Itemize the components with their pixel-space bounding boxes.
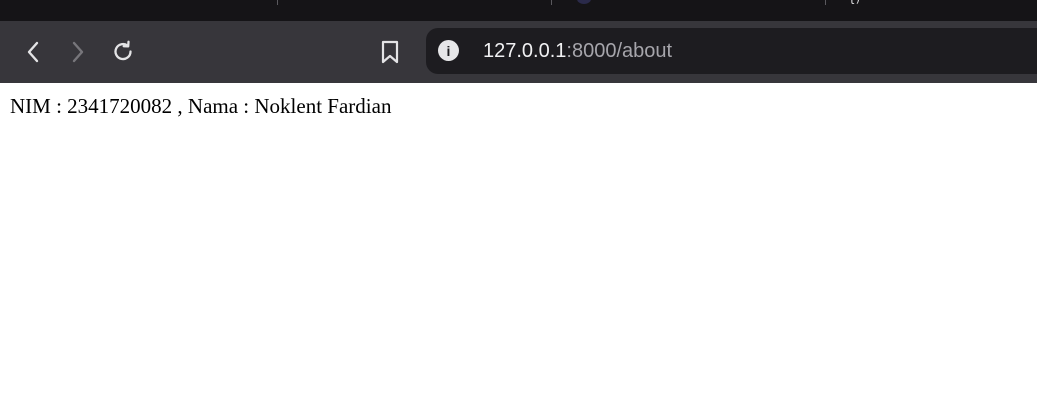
bookmark-icon bbox=[381, 40, 399, 64]
url-path: :8000/about bbox=[566, 40, 673, 62]
page-text: NIM : 2341720082 , Nama : Noklent Fardia… bbox=[10, 94, 392, 118]
chevron-left-icon bbox=[27, 41, 39, 63]
info-icon[interactable]: i bbox=[438, 40, 459, 61]
chevron-right-icon bbox=[72, 41, 84, 63]
forward-button[interactable] bbox=[62, 36, 94, 68]
back-button[interactable] bbox=[17, 36, 49, 68]
tab-favicon-glyph[interactable]: {) bbox=[848, 0, 860, 4]
tab-favicon[interactable] bbox=[577, 0, 591, 4]
tab-strip: {) bbox=[0, 0, 1037, 21]
tab-separator bbox=[277, 0, 278, 5]
reload-button[interactable] bbox=[107, 36, 139, 68]
info-icon-glyph: i bbox=[446, 42, 451, 59]
page-content: NIM : 2341720082 , Nama : Noklent Fardia… bbox=[0, 83, 1037, 417]
reload-icon bbox=[114, 40, 132, 61]
url-host: 127.0.0.1 bbox=[483, 40, 567, 62]
address-bar[interactable]: i 127.0.0.1:8000/about bbox=[426, 28, 1037, 74]
bookmark-button[interactable] bbox=[374, 36, 406, 68]
url-text[interactable]: 127.0.0.1:8000/about bbox=[483, 40, 672, 62]
tab-separator bbox=[825, 0, 826, 5]
tab-separator bbox=[551, 0, 552, 5]
browser-toolbar: i 127.0.0.1:8000/about bbox=[0, 21, 1037, 83]
